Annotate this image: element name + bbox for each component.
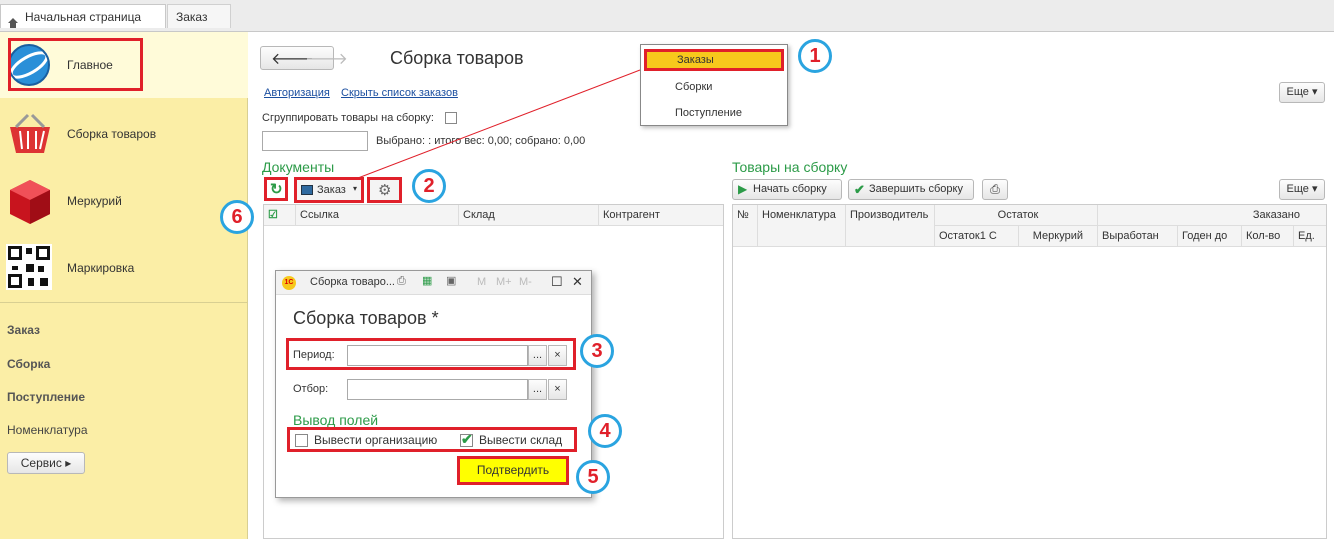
callout-frame-period bbox=[286, 338, 576, 370]
settings-button[interactable]: ⚙ bbox=[367, 177, 402, 203]
maximize-icon[interactable]: ☐ bbox=[551, 274, 563, 290]
callout-5: 5 bbox=[576, 460, 610, 494]
chevron-down-icon: ▾ bbox=[353, 184, 358, 193]
more-button-goods[interactable]: Еще ▾ bbox=[1279, 179, 1325, 200]
callout-2: 2 bbox=[412, 169, 446, 203]
refresh-icon: ↻ bbox=[270, 181, 283, 198]
calendar-icon[interactable]: ▣ bbox=[446, 274, 456, 287]
col-expiry[interactable]: Годен до bbox=[1178, 226, 1242, 247]
assembly-dialog: 1С Сборка товаро... ⎙ ▦ ▣ M M+ M- ☐ ✕ Сб… bbox=[275, 270, 592, 498]
document-icon bbox=[301, 185, 313, 195]
order-dropdown-button[interactable]: Заказ ▾ bbox=[294, 177, 364, 203]
calculator-icon[interactable]: ▦ bbox=[422, 274, 432, 287]
dialog-titlebar: 1С Сборка товаро... ⎙ ▦ ▣ M M+ M- ☐ ✕ bbox=[276, 271, 591, 295]
onec-logo-icon: 1С bbox=[282, 276, 296, 290]
more-button-goods-label: Еще bbox=[1286, 183, 1309, 195]
select-all-cell[interactable]: ☑ bbox=[264, 205, 296, 226]
printer-icon: ⎙ bbox=[990, 182, 1000, 196]
callout-1: 1 bbox=[798, 39, 832, 73]
col-stock-1c[interactable]: Остаток1 С bbox=[935, 226, 1019, 247]
check-all-icon: ☑ bbox=[268, 209, 278, 221]
goods-table: № Номенклатура Производитель Остаток Зак… bbox=[732, 204, 1327, 539]
col-num[interactable]: № bbox=[733, 205, 758, 247]
col-manufacturer[interactable]: Производитель bbox=[846, 205, 935, 247]
col-mercury[interactable]: Меркурий bbox=[1019, 226, 1098, 247]
finish-assembly-button[interactable]: ✔ Завершить сборку bbox=[848, 179, 974, 200]
start-assembly-button[interactable]: ▶ Начать сборку bbox=[732, 179, 842, 200]
dialog-window-title: Сборка товаро... bbox=[310, 276, 395, 288]
callout-3: 3 bbox=[580, 334, 614, 368]
memory-plus-button[interactable]: M+ bbox=[496, 276, 512, 288]
dialog-close-icon[interactable]: ✕ bbox=[572, 274, 583, 290]
col-quantity[interactable]: Кол-во bbox=[1242, 226, 1294, 247]
col-stock[interactable]: Остаток bbox=[935, 205, 1098, 226]
goods-title: Товары на сборку bbox=[732, 159, 848, 175]
callout-frame-checkboxes bbox=[287, 427, 577, 452]
documents-title: Документы bbox=[262, 159, 335, 175]
print-preview-icon[interactable]: ⎙ bbox=[397, 275, 406, 288]
start-assembly-label: Начать сборку bbox=[753, 183, 827, 195]
confirm-button[interactable]: Подтвердить bbox=[457, 456, 569, 485]
order-button-label: Заказ bbox=[317, 184, 346, 196]
checkmark-icon: ✔ bbox=[854, 182, 865, 197]
filter-label: Отбор: bbox=[293, 383, 329, 395]
filter-select-button[interactable]: ... bbox=[528, 379, 547, 400]
finish-assembly-label: Завершить сборку bbox=[869, 183, 963, 195]
filter-input[interactable] bbox=[347, 379, 528, 400]
fields-section-title: Вывод полей bbox=[293, 412, 379, 428]
col-link[interactable]: Ссылка bbox=[296, 205, 459, 226]
col-unit[interactable]: Ед. bbox=[1294, 226, 1326, 247]
filter-clear-button[interactable]: × bbox=[548, 379, 567, 400]
confirm-button-label: Подтвердить bbox=[476, 463, 550, 477]
callout-4: 4 bbox=[588, 414, 622, 448]
col-warehouse[interactable]: Склад bbox=[459, 205, 599, 226]
col-ordered[interactable]: Заказано bbox=[1098, 205, 1326, 226]
gear-icon: ⚙ bbox=[378, 182, 392, 199]
play-icon: ▶ bbox=[738, 182, 748, 196]
refresh-button[interactable]: ↻ bbox=[264, 177, 288, 201]
memory-minus-button[interactable]: M- bbox=[519, 276, 532, 288]
callout-6: 6 bbox=[220, 200, 254, 234]
col-produced[interactable]: Выработан bbox=[1098, 226, 1178, 247]
print-button[interactable]: ⎙ bbox=[982, 179, 1008, 200]
col-counterparty[interactable]: Контрагент bbox=[599, 205, 723, 226]
memory-m-button[interactable]: M bbox=[477, 276, 486, 288]
dialog-heading: Сборка товаров * bbox=[293, 308, 439, 328]
col-nomenclature[interactable]: Номенклатура bbox=[758, 205, 846, 247]
